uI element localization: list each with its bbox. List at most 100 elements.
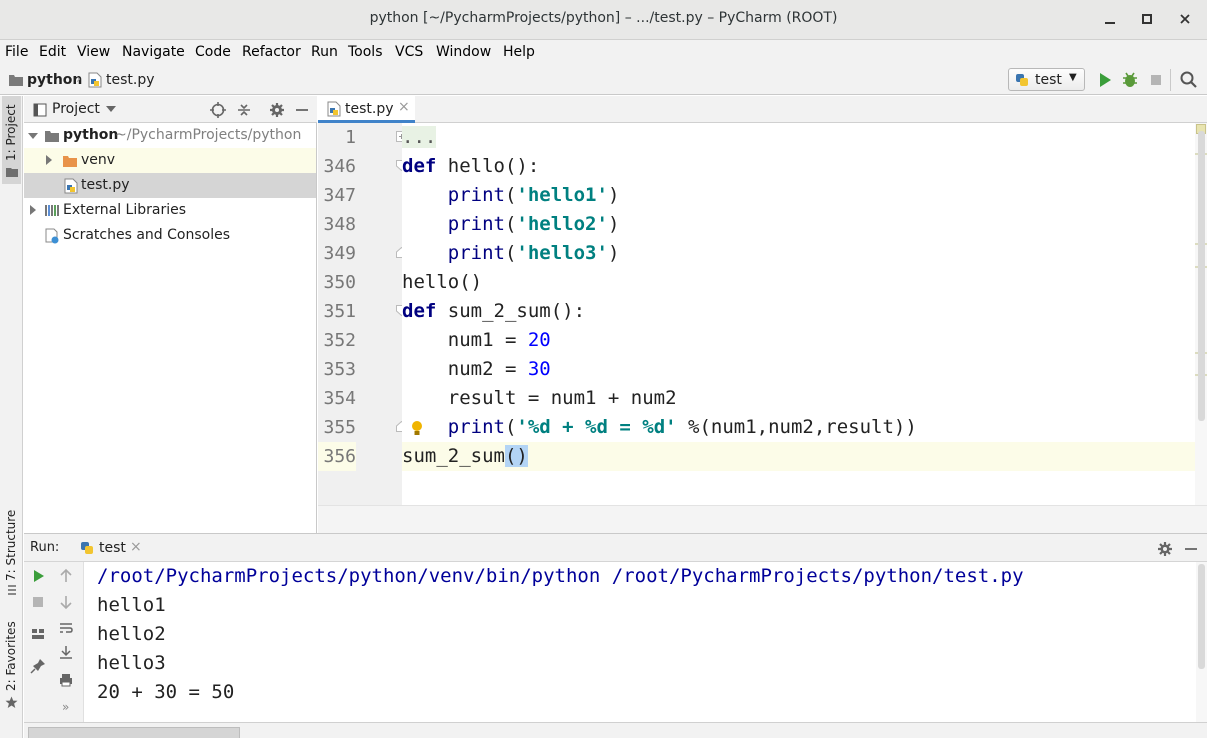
code-area[interactable]: ... def hello(): print('hello1') print('…	[402, 123, 1195, 505]
collapse-all-icon[interactable]	[236, 102, 252, 118]
tool-tab-project[interactable]: 1: Project	[2, 96, 21, 184]
menu-view[interactable]: View	[77, 44, 110, 60]
lightbulb-icon[interactable]	[410, 420, 424, 438]
tab-test-py[interactable]: test.py ×	[318, 96, 415, 123]
run-tab-label[interactable]: test	[99, 540, 126, 556]
chevron-right-icon[interactable]	[28, 205, 38, 215]
line-number: 348	[323, 214, 356, 235]
navigation-bar: python › test.py test ▼	[0, 65, 1207, 95]
tree-scratches-label: Scratches and Consoles	[63, 227, 230, 243]
code-line-346: def hello():	[402, 155, 540, 177]
stop-icon[interactable]	[30, 594, 46, 610]
arrow-down-icon[interactable]	[58, 594, 74, 610]
tree-item-external-libraries[interactable]: External Libraries	[24, 198, 316, 223]
library-icon	[45, 205, 59, 216]
folder-icon	[9, 75, 23, 86]
menu-edit[interactable]: Edit	[39, 44, 66, 60]
breadcrumb-project[interactable]: python	[27, 72, 82, 88]
hide-panel-icon[interactable]	[295, 102, 309, 118]
menu-refactor[interactable]: Refactor	[242, 44, 301, 60]
python-file-icon	[64, 178, 78, 194]
run-tab-close-icon[interactable]: ×	[130, 539, 142, 555]
close-window-button[interactable]	[1174, 8, 1196, 30]
code-line-349: print('hello3')	[447, 242, 620, 264]
line-number: 346	[323, 156, 356, 177]
scroll-to-end-icon[interactable]	[58, 644, 74, 660]
chevron-down-icon[interactable]	[106, 105, 116, 113]
gear-icon[interactable]	[269, 102, 285, 118]
tab-test-py-label: test.py	[345, 101, 394, 117]
menu-file[interactable]: File	[5, 44, 28, 60]
window-title: python [~/PycharmProjects/python] – .../…	[369, 10, 838, 26]
rerun-icon[interactable]	[30, 568, 46, 584]
line-number: 353	[323, 359, 356, 380]
soft-wrap-icon[interactable]	[58, 620, 74, 636]
chevron-right-icon[interactable]	[44, 155, 54, 165]
menu-bar: File Edit View Navigate Code Refactor Ru…	[0, 40, 1207, 65]
run-panel-header: Run: test ×	[24, 534, 1207, 562]
tree-item-root[interactable]: python ~/PycharmProjects/python	[24, 123, 316, 148]
line-number: 349	[323, 243, 356, 264]
tool-tab-favorites-label: 2: Favorites	[4, 621, 18, 691]
tree-external-libraries-label: External Libraries	[63, 202, 186, 218]
run-configuration-dropdown[interactable]: test ▼	[1008, 68, 1085, 91]
code-line-1: ...	[402, 123, 1195, 152]
editor-scrollbar[interactable]	[1198, 131, 1205, 421]
search-icon[interactable]	[1179, 70, 1199, 90]
arrow-up-icon[interactable]	[58, 568, 74, 584]
code-line-356: sum_2_sum()	[402, 442, 1195, 471]
more-icon[interactable]: »	[62, 700, 69, 714]
gear-icon[interactable]	[1157, 541, 1173, 557]
menu-code[interactable]: Code	[195, 44, 231, 60]
hide-panel-icon[interactable]	[1184, 541, 1198, 557]
scratches-icon	[45, 228, 59, 244]
menu-navigate[interactable]: Navigate	[122, 44, 185, 60]
locate-icon[interactable]	[210, 102, 226, 118]
menu-vcs[interactable]: VCS	[395, 44, 423, 60]
run-config-label: test	[1035, 72, 1062, 88]
editor-bottom-area	[318, 505, 1207, 533]
breadcrumb-file[interactable]: test.py	[106, 72, 155, 88]
tab-close-icon[interactable]: ×	[398, 99, 410, 115]
menu-window[interactable]: Window	[436, 44, 491, 60]
tree-root-name: python	[63, 127, 119, 143]
folder-icon	[63, 156, 77, 167]
menu-help[interactable]: Help	[503, 44, 535, 60]
project-panel-header: Project	[24, 96, 317, 123]
layout-icon[interactable]	[30, 626, 46, 642]
code-line-355: print('%d + %d = %d' %(num1,num2,result)…	[447, 416, 917, 438]
maximize-button[interactable]	[1136, 8, 1158, 30]
line-number: 347	[323, 185, 356, 206]
chevron-down-icon: ▼	[1069, 72, 1077, 83]
tool-tab-structure-label: 7: Structure	[4, 509, 18, 581]
bottom-tool-tab[interactable]	[28, 727, 240, 738]
code-line-352: num1 = 20	[402, 329, 551, 351]
console-scrollbar-track[interactable]	[1196, 562, 1207, 722]
run-icon[interactable]	[1095, 70, 1115, 90]
print-icon[interactable]	[58, 672, 74, 688]
code-line-354: result = num1 + num2	[402, 387, 677, 409]
tree-item-venv[interactable]: venv	[24, 148, 316, 173]
tree-root-path: ~/PycharmProjects/python	[115, 127, 302, 143]
menu-run[interactable]: Run	[311, 44, 338, 60]
tool-tab-favorites[interactable]: 2: Favorites	[2, 616, 21, 711]
breadcrumb-separator: ›	[76, 72, 82, 87]
console-scrollbar[interactable]	[1198, 564, 1205, 669]
error-stripe[interactable]	[1195, 123, 1207, 505]
console-output[interactable]: /root/PycharmProjects/python/venv/bin/py…	[84, 562, 1196, 722]
line-number: 352	[323, 330, 356, 351]
tool-tab-structure[interactable]: 7: Structure	[2, 506, 21, 596]
editor-gutter: 1 346 347 348 349 350 351 352 353 354 35…	[318, 123, 407, 505]
minimize-button[interactable]	[1099, 8, 1121, 30]
line-number: 1	[345, 127, 356, 148]
stop-icon[interactable]	[1146, 70, 1166, 90]
folded-code[interactable]: ...	[402, 126, 437, 148]
bottom-tool-bar	[24, 722, 1207, 738]
tree-item-scratches[interactable]: Scratches and Consoles	[24, 223, 316, 248]
chevron-down-icon[interactable]	[28, 131, 38, 141]
menu-tools[interactable]: Tools	[348, 44, 383, 60]
project-panel-title[interactable]: Project	[52, 101, 100, 117]
debug-icon[interactable]	[1120, 70, 1140, 90]
tree-item-test-py[interactable]: test.py	[24, 173, 316, 198]
pin-icon[interactable]	[30, 658, 46, 674]
